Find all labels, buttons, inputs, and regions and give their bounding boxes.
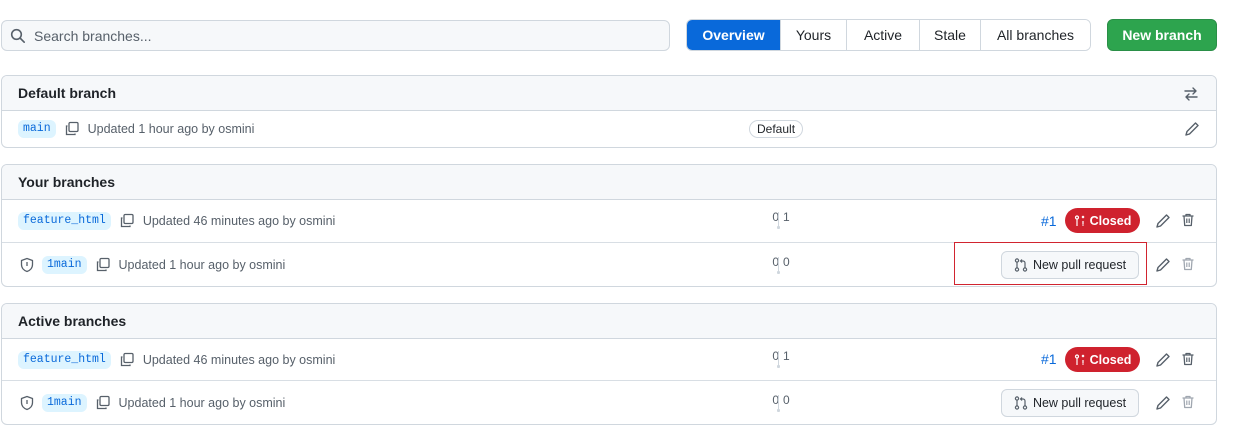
pr-state-label: Closed: [1089, 213, 1132, 228]
ahead-behind-count: 0 1: [766, 210, 796, 230]
pr-closed-badge[interactable]: Closed: [1065, 347, 1140, 372]
ahead-count: 0: [783, 393, 790, 407]
section-title: Active branches: [18, 313, 127, 329]
pencil-icon[interactable]: [1155, 395, 1171, 411]
copy-icon[interactable]: [119, 352, 135, 368]
updated-text: Updated 1 hour ago by osmini: [87, 122, 255, 136]
table-row: 1main Updated 1 hour ago by osmini 0 0 N…: [2, 380, 1216, 424]
copy-icon[interactable]: [64, 121, 80, 137]
branch-name-link[interactable]: feature_html: [18, 350, 111, 369]
copy-icon[interactable]: [95, 257, 111, 273]
table-row: main Updated 1 hour ago by osmini Defaul…: [2, 111, 1216, 147]
copy-icon[interactable]: [95, 395, 111, 411]
section-header: Active branches: [2, 304, 1216, 339]
new-pull-request-label: New pull request: [1032, 396, 1127, 410]
ahead-count: 1: [783, 210, 790, 224]
new-pull-request-button[interactable]: New pull request: [1001, 389, 1139, 417]
pull-request-closed-icon: [1074, 214, 1085, 226]
trash-icon[interactable]: [1180, 212, 1196, 228]
updated-text: Updated 46 minutes ago by osmini: [142, 352, 336, 367]
pull-request-link[interactable]: #1: [1041, 351, 1057, 367]
ahead-behind-count: 0 0: [766, 393, 796, 413]
default-branch-section: Default branch main Updated 1 hour ago b…: [1, 75, 1217, 148]
default-badge: Default: [749, 120, 804, 138]
pr-state-label: Closed: [1089, 352, 1132, 367]
trash-icon: [1182, 395, 1194, 409]
ahead-behind-count: 0 0: [766, 255, 796, 275]
switch-arrows-icon[interactable]: [1183, 86, 1199, 102]
ahead-behind-count: 0 1: [766, 349, 796, 369]
pull-request-closed-icon: [1074, 353, 1085, 365]
shield-icon: [20, 257, 34, 273]
shield-icon: [20, 395, 34, 411]
section-header: Your branches: [2, 165, 1216, 200]
pull-request-icon: [1014, 396, 1028, 410]
table-row: feature_html Updated 46 minutes ago by o…: [2, 200, 1216, 242]
branch-name-link[interactable]: 1main: [42, 393, 87, 412]
search-icon: [10, 28, 25, 43]
updated-text: Updated 1 hour ago by osmini: [118, 257, 286, 272]
table-row: feature_html Updated 46 minutes ago by o…: [2, 339, 1216, 380]
trash-icon[interactable]: [1180, 351, 1196, 367]
ahead-count: 1: [783, 349, 790, 363]
trash-icon: [1182, 257, 1194, 271]
updated-text: Updated 1 hour ago by osmini: [118, 395, 286, 410]
search-box[interactable]: [1, 20, 670, 51]
section-title: Default branch: [18, 85, 117, 101]
section-title: Your branches: [18, 174, 115, 190]
search-input[interactable]: [34, 27, 634, 44]
ahead-count: 0: [783, 255, 790, 269]
tab-overview[interactable]: Overview: [687, 20, 780, 50]
updated-text: Updated 46 minutes ago by osmini: [142, 214, 336, 228]
pencil-icon[interactable]: [1155, 257, 1171, 273]
highlight-box: [954, 242, 1147, 285]
branch-name-link[interactable]: feature_html: [18, 212, 111, 230]
tab-stale[interactable]: Stale: [919, 20, 980, 50]
branch-name-link[interactable]: 1main: [42, 255, 87, 274]
pull-request-link[interactable]: #1: [1041, 213, 1057, 229]
copy-icon[interactable]: [119, 213, 135, 229]
tab-all-branches[interactable]: All branches: [980, 20, 1090, 50]
branch-name-link[interactable]: main: [18, 120, 56, 138]
top-toolbar: Overview Yours Active Stale All branches…: [1, 19, 1217, 51]
pr-closed-badge[interactable]: Closed: [1065, 208, 1140, 233]
tab-yours[interactable]: Yours: [780, 20, 846, 50]
section-header: Default branch: [2, 76, 1216, 111]
pencil-icon[interactable]: [1155, 352, 1171, 368]
branch-filter-tabs: Overview Yours Active Stale All branches: [686, 19, 1091, 51]
active-branches-section: Active branches feature_html Updated 46 …: [1, 303, 1217, 425]
tab-active[interactable]: Active: [846, 20, 919, 50]
pencil-icon[interactable]: [1155, 213, 1171, 229]
new-branch-button[interactable]: New branch: [1107, 19, 1217, 51]
pencil-icon[interactable]: [1184, 121, 1200, 137]
